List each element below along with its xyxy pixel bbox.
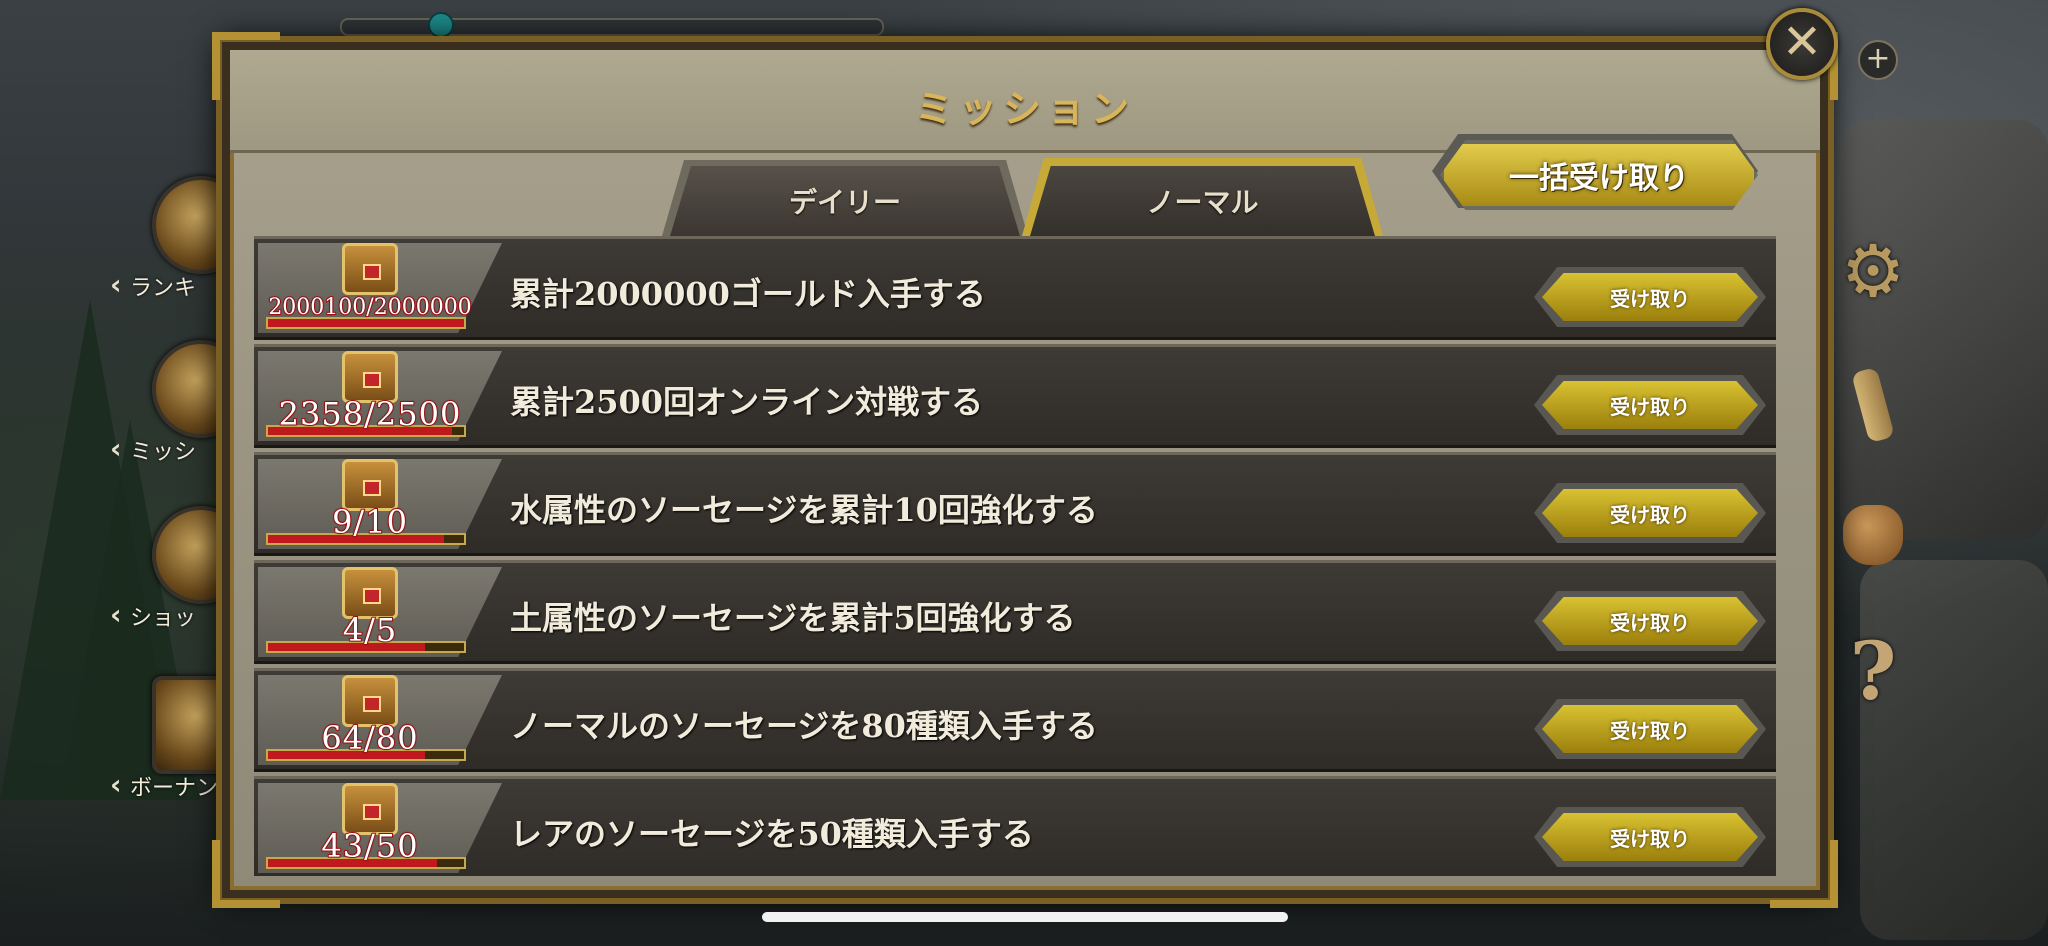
chevron-left-icon: ‹ bbox=[110, 598, 122, 631]
chevron-left-icon: ‹ bbox=[110, 268, 122, 301]
top-status-bar bbox=[340, 18, 884, 36]
claim-label: 受け取り bbox=[1610, 826, 1690, 851]
claim-button[interactable]: 受け取り bbox=[1542, 489, 1758, 537]
status-gem-icon bbox=[428, 12, 454, 38]
claim-button[interactable]: 受け取り bbox=[1542, 381, 1758, 429]
help-button[interactable]: ? bbox=[1838, 631, 1908, 711]
tab-normal[interactable]: ノーマル bbox=[1030, 166, 1375, 236]
scroll-button[interactable] bbox=[1838, 366, 1908, 444]
side-item-label: ミッシ bbox=[130, 440, 197, 465]
claim-button[interactable]: 受け取り bbox=[1542, 813, 1758, 861]
mission-row: 2000100/2000000 累計2000000ゴールド入手する 受け取り bbox=[254, 236, 1776, 340]
panel-corner bbox=[1770, 840, 1838, 908]
background-rock bbox=[1840, 120, 2048, 540]
mission-description: レアのソーセージを50種類入手する bbox=[510, 815, 1034, 853]
mission-description: 累計2500回オンライン対戦する bbox=[510, 383, 984, 421]
claim-button[interactable]: 受け取り bbox=[1542, 705, 1758, 753]
progress-count: 4/5 bbox=[342, 610, 398, 650]
bag-icon bbox=[1843, 505, 1903, 565]
progress-count: 43/50 bbox=[320, 826, 419, 866]
progress-count: 64/80 bbox=[320, 718, 419, 758]
bulk-claim-button[interactable]: 一括受け取り bbox=[1440, 140, 1758, 210]
mission-description: ノーマルのソーセージを80種類入手する bbox=[510, 707, 1098, 745]
progress-count: 2000100/2000000 bbox=[267, 294, 472, 321]
close-button[interactable]: ✕ bbox=[1766, 8, 1838, 80]
mission-description: 土属性のソーセージを累計5回強化する bbox=[510, 599, 1076, 637]
chevron-left-icon: ‹ bbox=[110, 768, 122, 801]
add-button[interactable]: + bbox=[1858, 40, 1898, 80]
scroll-icon bbox=[1851, 366, 1895, 444]
background-rock bbox=[1860, 560, 2048, 940]
home-indicator[interactable] bbox=[762, 912, 1288, 922]
claim-label: 受け取り bbox=[1610, 718, 1690, 743]
claim-label: 受け取り bbox=[1610, 610, 1690, 635]
question-icon: ? bbox=[1849, 624, 1897, 718]
treasure-chest-icon bbox=[342, 243, 398, 295]
claim-button[interactable]: 受け取り bbox=[1542, 597, 1758, 645]
mission-row: 9/10 水属性のソーセージを累計10回強化する 受け取り bbox=[254, 452, 1776, 556]
inventory-button[interactable] bbox=[1838, 500, 1908, 570]
plus-icon: + bbox=[1865, 41, 1891, 76]
bulk-claim-label: 一括受け取り bbox=[1509, 161, 1689, 196]
mission-list[interactable]: 2000100/2000000 累計2000000ゴールド入手する 受け取り 2… bbox=[254, 236, 1776, 876]
claim-label: 受け取り bbox=[1610, 286, 1690, 311]
side-item-label: ボーナン bbox=[130, 776, 219, 801]
close-icon: ✕ bbox=[1781, 14, 1823, 70]
progress-count: 9/10 bbox=[331, 502, 408, 542]
tab-daily[interactable]: デイリー bbox=[670, 166, 1020, 236]
side-item-label: ランキ bbox=[130, 276, 197, 301]
gear-icon: ⚙ bbox=[1840, 229, 1906, 313]
mission-description: 水属性のソーセージを累計10回強化する bbox=[510, 491, 1098, 529]
claim-button[interactable]: 受け取り bbox=[1542, 273, 1758, 321]
mission-row: 43/50 レアのソーセージを50種類入手する 受け取り bbox=[254, 776, 1776, 876]
progress-fill bbox=[268, 319, 464, 327]
mission-description: 累計2000000ゴールド入手する bbox=[510, 275, 986, 313]
settings-button[interactable]: ⚙ bbox=[1838, 229, 1908, 313]
claim-label: 受け取り bbox=[1610, 394, 1690, 419]
mission-row: 4/5 土属性のソーセージを累計5回強化する 受け取り bbox=[254, 560, 1776, 664]
progress-count: 2358/2500 bbox=[278, 394, 462, 434]
panel-title: ミッション bbox=[914, 86, 1135, 131]
mission-row: 64/80 ノーマルのソーセージを80種類入手する 受け取り bbox=[254, 668, 1776, 772]
claim-label: 受け取り bbox=[1610, 502, 1690, 527]
left-side-menu: ‹ ランキ ‹ ミッシ ‹ ショッ ‹ ボーナン bbox=[100, 0, 250, 946]
side-item-label: ショッ bbox=[130, 606, 197, 631]
chevron-left-icon: ‹ bbox=[110, 432, 122, 465]
mission-row: 2358/2500 累計2500回オンライン対戦する 受け取り bbox=[254, 344, 1776, 448]
